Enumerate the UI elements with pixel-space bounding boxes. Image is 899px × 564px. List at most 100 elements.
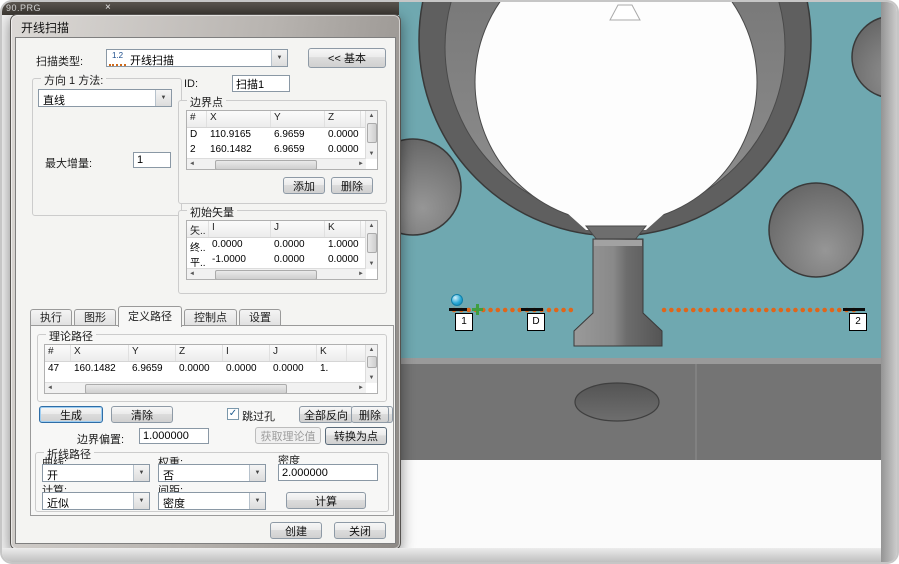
calc-combobox[interactable]: 近似 ▼ (42, 492, 150, 510)
boundary-offset-input[interactable] (139, 428, 209, 444)
cell: 47 (45, 362, 71, 379)
max-increment-input[interactable] (133, 152, 171, 168)
table-row[interactable]: 平.. -1.0000 0.0000 0.0000 (187, 253, 377, 268)
horizontal-scrollbar[interactable]: ◄ ► (45, 382, 366, 393)
compute-button[interactable]: 计算 (286, 492, 366, 509)
scroll-thumb[interactable] (367, 233, 377, 253)
vertical-scrollbar[interactable]: ▲ ▼ (365, 221, 377, 269)
scroll-down-icon[interactable]: ▼ (366, 373, 377, 383)
tab-define-path[interactable]: 定义路径 (118, 306, 182, 327)
col-header: I (223, 345, 270, 361)
boundary-offset-label: 边界偏置: (77, 431, 124, 447)
horizontal-scrollbar[interactable]: ◄ ► (187, 268, 366, 279)
basic-toggle-button[interactable]: << 基本 (308, 48, 386, 68)
theo-path-label: 理论路径 (46, 328, 96, 344)
delete-button[interactable]: 删除 (331, 177, 373, 194)
density-input[interactable] (278, 464, 378, 481)
scroll-thumb[interactable] (85, 384, 287, 394)
table-header-row: 矢.. I J K (187, 221, 377, 238)
chevron-down-icon: ▼ (249, 465, 265, 481)
create-button[interactable]: 创建 (270, 522, 322, 539)
convert-to-points-button[interactable]: 转换为点 (325, 427, 387, 445)
spacing-value: 密度 (159, 493, 249, 509)
initial-vectors-table[interactable]: 矢.. I J K 终.. 0.0000 0.0000 1.0000 平.. -… (186, 220, 378, 280)
scroll-left-icon[interactable]: ◄ (45, 383, 55, 393)
scroll-right-icon[interactable]: ► (356, 159, 366, 169)
calc-value: 近似 (43, 493, 133, 509)
cad-viewport[interactable] (399, 2, 883, 550)
theo-path-table[interactable]: # X Y Z I J K 47 160.1482 6.9659 0 (44, 344, 378, 394)
scroll-up-icon[interactable]: ▲ (366, 345, 377, 355)
program-tab[interactable]: 90.PRG (6, 3, 41, 13)
scroll-down-icon[interactable]: ▼ (366, 149, 377, 159)
skip-holes-label: 跳过孔 (242, 408, 275, 424)
reverse-all-button[interactable]: 全部反向 (299, 406, 353, 423)
generate-button[interactable]: 生成 (39, 406, 103, 423)
table-row[interactable]: 47 160.1482 6.9659 0.0000 0.0000 0.0000 … (45, 362, 377, 379)
cell: 6.9659 (129, 362, 176, 379)
start-tick (449, 308, 467, 311)
scan-end-label[interactable]: 2 (849, 313, 867, 331)
weight-combobox[interactable]: 否 ▼ (158, 464, 266, 482)
cell: 1. (317, 362, 347, 379)
cell: 6.9659 (271, 128, 325, 143)
scroll-thumb[interactable] (367, 123, 377, 143)
vertical-scrollbar[interactable]: ▲ ▼ (365, 345, 377, 383)
scroll-up-icon[interactable]: ▲ (366, 111, 377, 121)
linear-open-scan-icon: 1.2 (109, 51, 126, 66)
boundary-points-table[interactable]: # X Y Z D 110.9165 6.9659 0.0000 2 160.1… (186, 110, 378, 170)
vertical-scrollbar[interactable]: ▲ ▼ (365, 111, 377, 159)
cell: 2 (187, 143, 207, 158)
cell: 0.0000 (209, 238, 271, 253)
direction-method-combobox[interactable]: 直线 ▼ (38, 89, 172, 107)
dialog-client: 扫描类型: 1.2 开线扫描 ▼ << 基本 ID: 方向 1 方法: 直线 ▼… (15, 37, 396, 544)
scroll-thumb[interactable] (367, 356, 377, 368)
table-row[interactable]: 终.. 0.0000 0.0000 1.0000 (187, 238, 377, 253)
scroll-left-icon[interactable]: ◄ (187, 269, 197, 279)
id-input[interactable] (232, 75, 290, 92)
cell: D (187, 128, 207, 143)
get-theoretical-button[interactable]: 获取理论值 (255, 427, 321, 444)
boundary-points-label: 边界点 (187, 94, 226, 110)
close-button[interactable]: 关闭 (334, 522, 386, 539)
chevron-down-icon: ▼ (271, 50, 287, 66)
direction-tick (521, 308, 543, 311)
curve-combobox[interactable]: 开 ▼ (42, 464, 150, 482)
cell: 160.1482 (207, 143, 271, 158)
table-header-row: # X Y Z (187, 111, 377, 128)
dialog-title: 开线扫描 (21, 19, 69, 36)
scroll-thumb[interactable] (215, 270, 317, 280)
skip-holes-checkbox[interactable] (227, 408, 239, 420)
boundary-points-group: 边界点 # X Y Z D 110.9165 6.9659 0.0000 (178, 100, 387, 204)
col-header: K (325, 221, 361, 237)
scroll-up-icon[interactable]: ▲ (366, 221, 377, 231)
spacing-combobox[interactable]: 密度 ▼ (158, 492, 266, 510)
scroll-left-icon[interactable]: ◄ (187, 159, 197, 169)
scroll-right-icon[interactable]: ► (356, 269, 366, 279)
cell: 110.9165 (207, 128, 271, 143)
direction-method-group: 方向 1 方法: 直线 ▼ 最大增量: (32, 78, 182, 216)
scroll-thumb[interactable] (215, 160, 317, 170)
table-row[interactable]: D 110.9165 6.9659 0.0000 (187, 128, 377, 143)
horizontal-scrollbar[interactable]: ◄ ► (187, 158, 366, 169)
col-header: Z (325, 111, 361, 127)
part-front-face (399, 460, 883, 550)
weight-value: 否 (159, 465, 249, 481)
delete-path-button[interactable]: 删除 (351, 406, 389, 423)
clear-button[interactable]: 清除 (111, 406, 173, 423)
cell: 平.. (187, 253, 209, 268)
chevron-down-icon: ▼ (249, 493, 265, 509)
close-icon[interactable]: × (105, 2, 111, 13)
scan-start-label[interactable]: 1 (455, 313, 473, 331)
scan-type-combobox[interactable]: 1.2 开线扫描 ▼ (106, 49, 288, 67)
add-button[interactable]: 添加 (283, 177, 325, 194)
scroll-down-icon[interactable]: ▼ (366, 259, 377, 269)
cell: 0.0000 (271, 253, 325, 268)
curve-value: 开 (43, 465, 133, 481)
lower-step-face (399, 358, 883, 460)
scroll-right-icon[interactable]: ► (356, 383, 366, 393)
col-header: I (209, 221, 271, 237)
cell: -1.0000 (209, 253, 271, 268)
table-row[interactable]: 2 160.1482 6.9659 0.0000 (187, 143, 377, 158)
scan-direction-label[interactable]: D (527, 313, 545, 331)
